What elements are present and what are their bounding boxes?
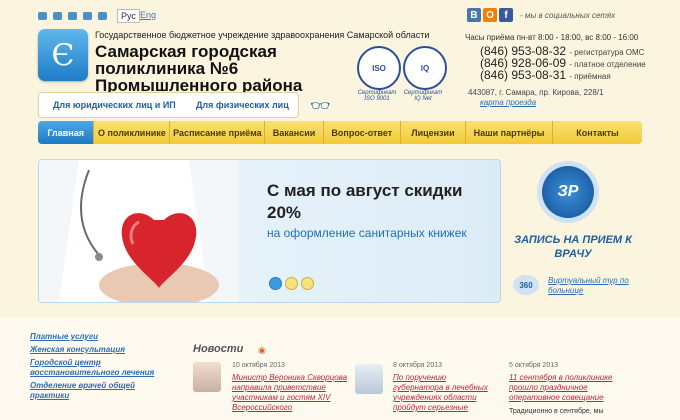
nav-schedule[interactable]: Расписание приёма (170, 121, 266, 144)
facebook-icon[interactable]: f (499, 8, 513, 22)
print-icon[interactable] (83, 12, 92, 20)
news-date: 8 октября 2013 (393, 362, 442, 369)
nav-vacancies[interactable]: Вакансии (265, 121, 324, 144)
social-links: В О f (467, 8, 513, 22)
page-title: Самарская городская поликлиника №6 Промы… (95, 43, 350, 94)
promo-banner[interactable]: С мая по август скидки 20% на оформление… (38, 159, 501, 303)
slider-dot[interactable] (301, 277, 314, 290)
news-heading: Новости (193, 343, 244, 355)
news-excerpt: Традиционно в сентябре, мы (509, 408, 604, 415)
clinic-logo[interactable]: Є (38, 29, 88, 81)
phone-number[interactable]: (846) 953-08-31 (480, 68, 566, 82)
nav-licenses[interactable]: Лицензии (401, 121, 467, 144)
map-link[interactable]: карта проезда (480, 98, 536, 107)
lang-en[interactable]: Eng (140, 10, 156, 20)
e-registration-badge[interactable]: ЗР (542, 166, 594, 218)
cert-iso[interactable]: ISO Сертификат ISO 9001 (354, 46, 401, 102)
banner-headline: С мая по август скидки 20% (267, 181, 463, 222)
virtual-tour-link[interactable]: Виртуальный тур по больнице (548, 276, 638, 296)
sidebar-item-rehab[interactable]: Городской центр восстановительного лечен… (30, 358, 170, 378)
nav-qa[interactable]: Вопрос-ответ (324, 121, 401, 144)
doctor-heart-image (39, 160, 239, 302)
title-line-1: Самарская городская поликлиника №6 (95, 42, 277, 78)
news-title[interactable]: 11 сентября в поликлинике прошло праздни… (509, 373, 627, 403)
news-thumb[interactable] (355, 364, 383, 394)
panorama-360-icon[interactable]: 360 (513, 275, 539, 295)
legal-entities-button[interactable]: Для юридических лиц и ИП (53, 100, 176, 110)
sidebar-links: Платные услуги Женская консультация Горо… (30, 332, 170, 404)
social-caption: - мы в социальных сетях (520, 11, 616, 20)
cert-seal-icon: IQ (403, 46, 447, 90)
low-vision-icon[interactable]: 👓︎ (310, 96, 330, 116)
cert-iqnet[interactable]: IQ Сертификат IQ Net (400, 46, 447, 102)
lang-ru[interactable]: Рус (117, 9, 140, 23)
nav-home[interactable]: Главная (38, 121, 95, 144)
news-thumb[interactable] (193, 362, 221, 392)
accessibility-icon[interactable] (98, 12, 107, 20)
news-date: 5 октября 2013 (509, 362, 558, 369)
sidebar-item-gp[interactable]: Отделение врачей общей практики (30, 381, 170, 401)
address: 443087, г. Самара, пр. Кирова, 228/1 (468, 88, 604, 97)
rss-icon[interactable]: ◉ (258, 345, 266, 356)
home-icon[interactable] (38, 12, 47, 20)
news-title[interactable]: По поручению губернатора в лечебных учре… (393, 373, 493, 413)
phone-label: - приёмная (569, 72, 611, 81)
nav-about[interactable]: О поликлинике (94, 121, 171, 144)
top-icons (38, 12, 107, 20)
cert-iso-label: Сертификат ISO 9001 (357, 90, 397, 102)
cert-iqnet-label: Сертификат IQ Net (403, 90, 443, 102)
individuals-button[interactable]: Для физических лиц (196, 100, 289, 110)
slider-dot[interactable] (285, 277, 298, 290)
main-nav: Главная О поликлинике Расписание приёма … (38, 121, 642, 144)
org-name: Государственное бюджетное учреждение здр… (95, 30, 430, 40)
news-date: 10 октября 2013 (232, 362, 285, 369)
appointment-link[interactable]: ЗАПИСЬ НА ПРИЕМ К ВРАЧУ (508, 233, 638, 261)
news-title[interactable]: Министр Вероника Скворцова направила при… (232, 373, 372, 413)
working-hours: Часы приёма пн-вт 8:00 - 18:00, вс 8:00 … (465, 33, 639, 42)
sidebar-item-women[interactable]: Женская консультация (30, 345, 170, 355)
sidebar-item-paid[interactable]: Платные услуги (30, 332, 170, 342)
sitemap-icon[interactable] (68, 12, 77, 20)
banner-subtitle: на оформление санитарных книжек (267, 226, 467, 240)
mail-icon[interactable] (53, 12, 62, 20)
audience-switch: Для юридических лиц и ИП Для физических … (38, 92, 299, 118)
cert-seal-icon: ISO (357, 46, 401, 90)
slider-dot-active[interactable] (269, 277, 282, 290)
nav-contacts[interactable]: Контакты (553, 121, 642, 144)
phone-row: (846) 953-08-31 - приёмная (480, 68, 611, 82)
vk-icon[interactable]: В (467, 8, 481, 22)
odnoklassniki-icon[interactable]: О (483, 8, 497, 22)
nav-partners[interactable]: Наши партнёры (466, 121, 554, 144)
